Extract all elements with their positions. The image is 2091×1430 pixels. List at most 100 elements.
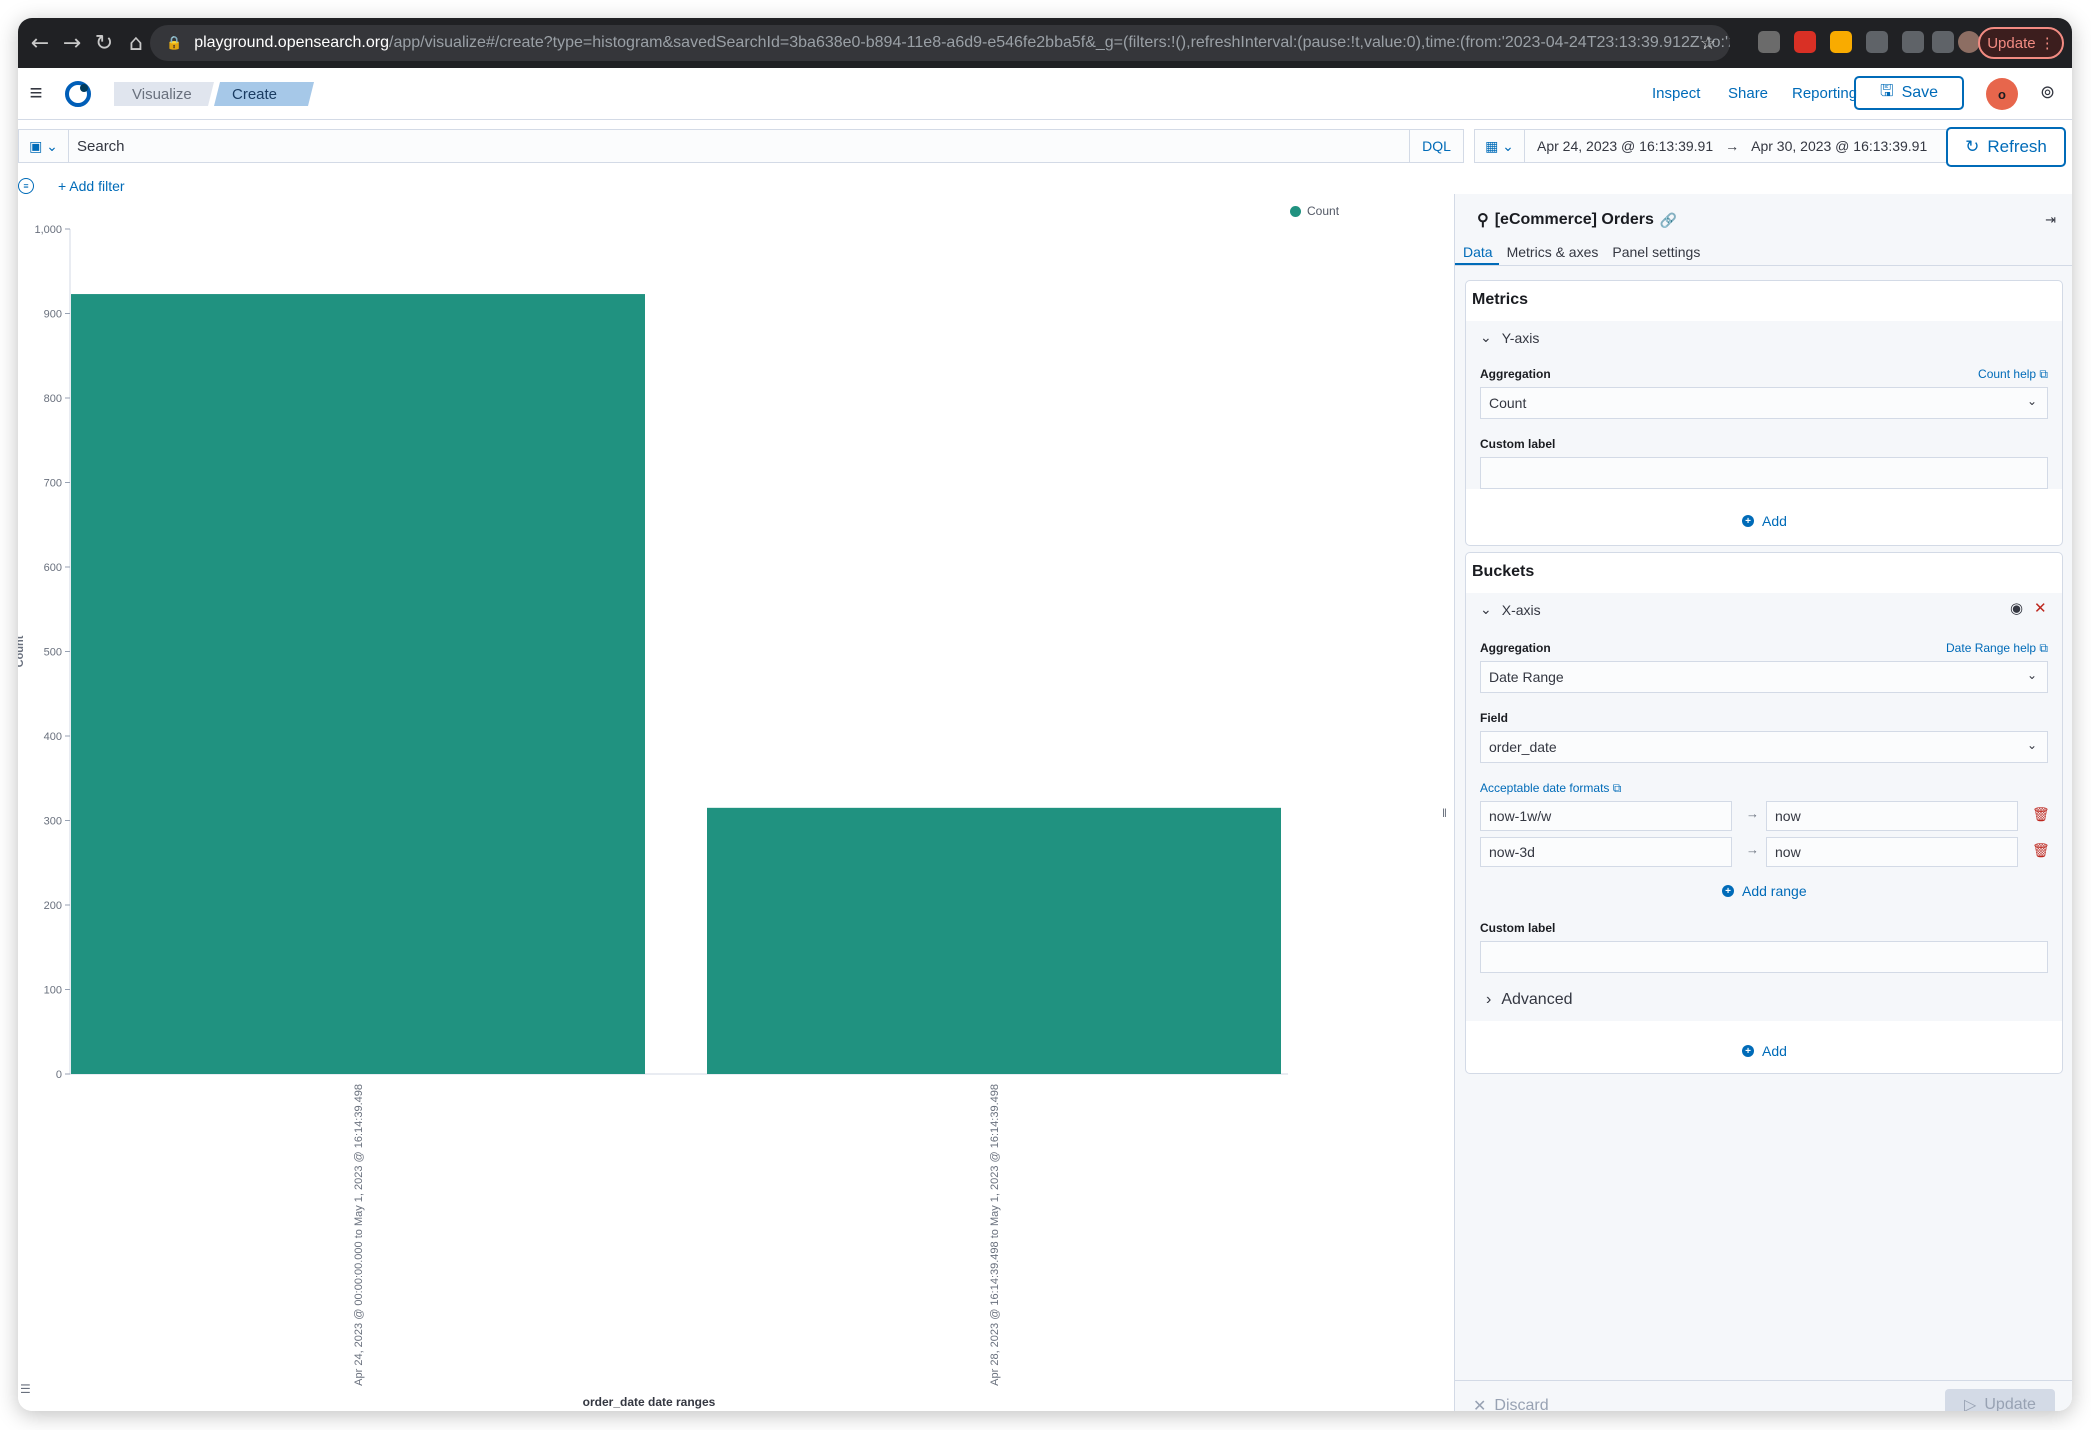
collapse-sidebar-icon[interactable]: ⇥: [2045, 212, 2056, 228]
link-icon[interactable]: 🔗: [1660, 212, 1677, 229]
range-to-value: now: [1775, 844, 1801, 860]
date-range-help-label: Date Range help: [1946, 641, 2037, 655]
browser-update-button[interactable]: Update ⋮: [1978, 27, 2064, 59]
resize-handle[interactable]: ‖: [1442, 806, 1447, 820]
aggregation-label: Aggregation: [1480, 641, 1551, 655]
profile-avatar[interactable]: [1958, 31, 1980, 53]
extension-icon[interactable]: [1758, 31, 1780, 53]
search-icon: ⚲: [1477, 212, 1489, 229]
chart-legend[interactable]: Count: [1290, 204, 1339, 218]
add-metric-button[interactable]: + Add: [1742, 513, 1787, 529]
x-axis-title: X-axis: [1501, 601, 1541, 618]
add-filter-link[interactable]: + Add filter: [58, 178, 125, 194]
add-range-label: Add range: [1742, 883, 1807, 899]
metrics-panel: Metrics ⌄ Y-axis Aggregation Count help …: [1465, 280, 2063, 546]
y-axis-title: Y-axis: [1501, 329, 1540, 346]
custom-label-input[interactable]: [1480, 457, 2048, 489]
y-tick-label: 700: [44, 478, 62, 490]
x-axis-label: order_date date ranges: [583, 1395, 716, 1409]
close-icon: ✕: [1473, 1398, 1487, 1411]
date-range-help-link[interactable]: Date Range help ⧉: [1946, 641, 2048, 656]
extension-icon[interactable]: [1866, 31, 1888, 53]
y-tick-label: 300: [44, 816, 62, 828]
eye-icon[interactable]: ◉: [2010, 599, 2023, 617]
menu-icon[interactable]: ≡: [22, 80, 50, 108]
saved-query-icon: ▣ ⌄: [29, 137, 58, 154]
y-tick-label: 600: [44, 562, 62, 574]
extension-icon[interactable]: [1830, 31, 1852, 53]
saved-query-menu[interactable]: ▣ ⌄: [18, 129, 68, 163]
add-bucket-button[interactable]: + Add: [1742, 1043, 1787, 1059]
buckets-title: Buckets: [1472, 563, 1535, 580]
reporting-link[interactable]: Reporting: [1792, 85, 1857, 102]
refresh-label: Refresh: [1987, 137, 2047, 156]
extension-icon[interactable]: [1794, 31, 1816, 53]
legend-toggle-icon[interactable]: ☰: [20, 1382, 31, 1396]
bucket-aggregation-select[interactable]: Date Range ⌄: [1480, 661, 2048, 693]
search-input[interactable]: Search: [68, 129, 1410, 163]
y-axis-label: Count: [18, 635, 26, 667]
y-tick-label: 0: [56, 1069, 62, 1081]
home-icon[interactable]: ⌂: [120, 31, 152, 56]
refresh-icon: ↻: [1965, 137, 1980, 156]
chart-bar[interactable]: [707, 807, 1281, 1074]
date-end[interactable]: Apr 30, 2023 @ 16:13:39.91: [1739, 138, 1939, 154]
add-metric-label: Add: [1762, 513, 1787, 529]
range-from-input[interactable]: now-3d: [1480, 837, 1732, 867]
date-formats-link[interactable]: Acceptable date formats ⧉: [1480, 781, 1621, 796]
date-picker[interactable]: ▦ ⌄ Apr 24, 2023 @ 16:13:39.91 → Apr 30,…: [1474, 129, 1954, 163]
range-from-input[interactable]: now-1w/w: [1480, 801, 1732, 831]
index-pattern-label: [eCommerce] Orders: [1494, 211, 1654, 228]
breadcrumb-label: Create: [232, 85, 278, 103]
back-icon[interactable]: ←: [24, 31, 56, 56]
reload-icon[interactable]: ↻: [88, 31, 120, 56]
tab-data[interactable]: Data: [1455, 234, 1499, 265]
sidepanel-icon[interactable]: [1932, 31, 1954, 53]
bookmark-star-icon[interactable]: ☆: [1700, 33, 1716, 54]
close-icon[interactable]: ✕: [2034, 599, 2047, 617]
url-path: /app/visualize#/create?type=histogram&sa…: [389, 34, 1730, 51]
sidebar-tabs: Data Metrics & axes Panel settings: [1455, 234, 2072, 266]
tab-metrics-axes[interactable]: Metrics & axes: [1499, 234, 1605, 265]
range-from-value: now-1w/w: [1489, 808, 1552, 824]
legend-swatch: [1290, 205, 1301, 217]
range-to-input[interactable]: now: [1766, 801, 2018, 831]
help-icon[interactable]: ⊚: [2040, 82, 2055, 103]
puzzle-icon[interactable]: [1902, 31, 1924, 53]
tab-panel-settings[interactable]: Panel settings: [1604, 234, 1706, 265]
y-axis-toggle[interactable]: ⌄ Y-axis: [1480, 329, 1539, 346]
inspect-link[interactable]: Inspect: [1652, 85, 1700, 102]
update-button[interactable]: ▷ Update: [1945, 1389, 2055, 1411]
filter-options-icon[interactable]: ≡: [18, 178, 34, 194]
count-help-link[interactable]: Count help ⧉: [1978, 367, 2048, 382]
calendar-icon[interactable]: ▦ ⌄: [1475, 130, 1525, 162]
editor-sidebar: ⚲ [eCommerce] Orders 🔗 ⇥ Data Metrics & …: [1454, 194, 2072, 1411]
plus-icon: +: [1742, 1045, 1754, 1057]
query-language-toggle[interactable]: DQL: [1410, 129, 1464, 163]
aggregation-select[interactable]: Count ⌄: [1480, 387, 2048, 419]
trash-icon[interactable]: 🗑: [2032, 806, 2050, 823]
field-select[interactable]: order_date ⌄: [1480, 731, 2048, 763]
chart-bar[interactable]: [71, 294, 645, 1074]
advanced-toggle[interactable]: › Advanced: [1486, 991, 1573, 1009]
refresh-button[interactable]: ↻ Refresh: [1946, 127, 2066, 167]
y-tick-label: 400: [44, 731, 62, 743]
range-to-input[interactable]: now: [1766, 837, 2018, 867]
add-range-button[interactable]: + Add range: [1722, 883, 1807, 899]
query-bar: ▣ ⌄ Search DQL ▦ ⌄ Apr 24, 2023 @ 16:13:…: [18, 121, 2072, 171]
trash-icon[interactable]: 🗑: [2032, 842, 2050, 859]
plus-icon: +: [1722, 885, 1734, 897]
field-value: order_date: [1489, 739, 1557, 755]
address-bar[interactable]: 🔒 playground.opensearch.org /app/visuali…: [150, 25, 1730, 61]
date-start[interactable]: Apr 24, 2023 @ 16:13:39.91: [1525, 138, 1725, 154]
discard-button[interactable]: ✕ Discard: [1473, 1396, 1549, 1411]
custom-label-input[interactable]: [1480, 941, 2048, 973]
arrow-right-icon: →: [1746, 806, 1759, 821]
forward-icon[interactable]: →: [56, 31, 88, 56]
user-avatar[interactable]: o: [1986, 78, 2018, 110]
save-button[interactable]: 🖫 Save: [1854, 76, 1964, 110]
save-label: Save: [1901, 84, 1939, 101]
x-axis-toggle[interactable]: ⌄ X-axis: [1480, 601, 1541, 618]
share-link[interactable]: Share: [1728, 85, 1768, 102]
breadcrumb-visualize[interactable]: Visualize: [114, 82, 214, 106]
